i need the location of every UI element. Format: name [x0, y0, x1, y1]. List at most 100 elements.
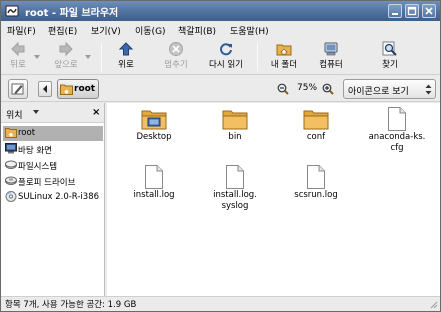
- toggle-location-entry-button[interactable]: [8, 79, 28, 99]
- view-mode-value: 아이콘으로 보기: [348, 87, 409, 97]
- file-name: install.log. syslog: [213, 190, 257, 211]
- file-name: anaconda-ks. cfg: [368, 132, 426, 153]
- menu-view[interactable]: 보기(V): [91, 24, 121, 37]
- sidebar-item-desktop[interactable]: 바탕 화면: [3, 142, 103, 157]
- reload-button[interactable]: 다시 읽기: [204, 40, 248, 74]
- chevron-left-icon: [43, 85, 47, 93]
- maximize-icon: [407, 6, 417, 16]
- home-button[interactable]: 내 폴더: [265, 40, 303, 74]
- computer-icon: [324, 42, 338, 56]
- close-icon: [425, 7, 433, 15]
- back-label: 뒤로: [10, 60, 26, 70]
- file-item-anaconda-ks-cfg[interactable]: anaconda-ks. cfg: [360, 107, 434, 154]
- app-icon: [5, 5, 19, 17]
- resize-grip-icon[interactable]: [428, 299, 438, 309]
- file-name: bin: [228, 132, 242, 142]
- menu-edit[interactable]: 편집(E): [48, 24, 77, 37]
- maximize-button[interactable]: [405, 4, 419, 18]
- sidebar-item-label: 플로피 드라이브: [18, 178, 76, 188]
- menu-help[interactable]: 도움말(H): [230, 24, 269, 37]
- back-arrow-icon: [11, 41, 25, 57]
- zoom-in-icon[interactable]: [322, 83, 334, 95]
- file-name: conf: [306, 132, 326, 142]
- reload-icon: [220, 43, 232, 56]
- title-bar[interactable]: root - 파일 브라우저: [1, 1, 440, 21]
- sidebar-item-label: root: [18, 128, 36, 138]
- edit-location-icon: [11, 83, 24, 95]
- toolbar-separator: [101, 43, 102, 71]
- file-name: scsrun.log: [294, 190, 338, 200]
- sidebar-item-root[interactable]: root: [3, 126, 103, 141]
- path-root-label: root: [74, 84, 96, 94]
- text-file-icon: [307, 165, 325, 189]
- back-button[interactable]: 뒤로: [3, 40, 33, 74]
- minimize-icon: [392, 13, 398, 15]
- sidebar-item-cdrom[interactable]: SULinux 2.0-R-i386: [3, 190, 103, 205]
- side-pane: 위치 × root 바탕 화면 파일시스템 플로피 드라이브 SULinux 2…: [1, 103, 105, 296]
- search-icon: [382, 41, 397, 56]
- menu-file[interactable]: 파일(F): [7, 24, 36, 37]
- sidebar-item-label: 파일시스템: [18, 162, 58, 172]
- text-file-icon: [145, 165, 163, 189]
- home-folder-icon: [276, 44, 292, 56]
- desktop-folder-icon: [141, 110, 167, 130]
- path-scroll-left-button[interactable]: [38, 81, 52, 97]
- sidebar-item-filesystem[interactable]: 파일시스템: [3, 158, 103, 173]
- file-item-install-log[interactable]: install.log: [117, 165, 191, 201]
- computer-label: 컴퓨터: [319, 60, 343, 70]
- desktop-icon: [5, 143, 17, 154]
- reload-label: 다시 읽기: [209, 60, 243, 70]
- path-button-root[interactable]: root: [57, 79, 99, 99]
- stop-button[interactable]: 멈추기: [159, 40, 193, 74]
- up-arrow-icon: [118, 42, 134, 56]
- folder-icon: [222, 110, 248, 130]
- up-label: 위로: [118, 60, 134, 70]
- folder-icon: [303, 110, 329, 130]
- home-label: 내 폴더: [270, 60, 298, 70]
- file-item-bin[interactable]: bin: [198, 107, 272, 143]
- status-text: 항목 7개, 사용 가능한 공간: 1.9 GB: [5, 300, 137, 310]
- search-button[interactable]: 찾기: [375, 40, 405, 74]
- zoom-out-icon[interactable]: [277, 83, 289, 95]
- file-item-install-log-syslog[interactable]: install.log. syslog: [198, 165, 272, 212]
- filesystem-icon: [5, 160, 17, 169]
- sidebar-item-floppy[interactable]: 플로피 드라이브: [3, 174, 103, 189]
- home-folder-icon: [60, 84, 73, 95]
- location-bar: root 75% 아이콘으로 보기: [1, 76, 440, 102]
- computer-button[interactable]: 컴퓨터: [313, 40, 349, 74]
- text-file-icon: [226, 165, 244, 189]
- close-side-pane-button[interactable]: ×: [92, 107, 100, 118]
- file-item-scsrun-log[interactable]: scsrun.log: [279, 165, 353, 201]
- stop-label: 멈추기: [164, 60, 188, 70]
- back-dropdown-icon[interactable]: [34, 55, 40, 59]
- view-mode-select[interactable]: 아이콘으로 보기: [343, 79, 436, 99]
- home-icon: [5, 128, 17, 138]
- zoom-level[interactable]: 75%: [297, 83, 317, 93]
- cdrom-icon: [5, 191, 17, 202]
- menu-go[interactable]: 이동(G): [135, 24, 166, 37]
- status-bar: 항목 7개, 사용 가능한 공간: 1.9 GB: [1, 296, 440, 311]
- forward-dropdown-icon[interactable]: [85, 55, 91, 59]
- forward-label: 앞으로: [54, 60, 78, 70]
- menu-bookmarks[interactable]: 책갈피(B): [178, 24, 216, 37]
- file-item-conf[interactable]: conf: [279, 107, 353, 143]
- sidebar-item-label: 바탕 화면: [18, 146, 52, 156]
- search-label: 찾기: [382, 60, 398, 70]
- file-name: Desktop: [136, 132, 172, 142]
- window-title: root - 파일 브라우저: [25, 8, 119, 19]
- icon-view[interactable]: Desktop bin conf anaconda-ks. cfg instal…: [107, 103, 440, 296]
- file-browser-window: root - 파일 브라우저 파일(F) 편집(E) 보기(V) 이동(G) 책…: [0, 0, 441, 312]
- sidebar-item-label: SULinux 2.0-R-i386: [18, 192, 100, 202]
- stop-icon: [169, 42, 183, 56]
- forward-arrow-icon: [59, 41, 73, 57]
- file-name: install.log: [133, 190, 175, 200]
- chevron-down-icon[interactable]: [33, 110, 39, 114]
- text-file-icon: [388, 107, 406, 131]
- minimize-button[interactable]: [388, 4, 402, 18]
- file-item-desktop[interactable]: Desktop: [117, 107, 191, 143]
- spin-arrows-icon: [425, 84, 432, 95]
- side-pane-title[interactable]: 위치: [6, 108, 23, 121]
- forward-button[interactable]: 앞으로: [48, 40, 84, 74]
- up-button[interactable]: 위로: [111, 40, 141, 74]
- close-button[interactable]: [422, 4, 436, 18]
